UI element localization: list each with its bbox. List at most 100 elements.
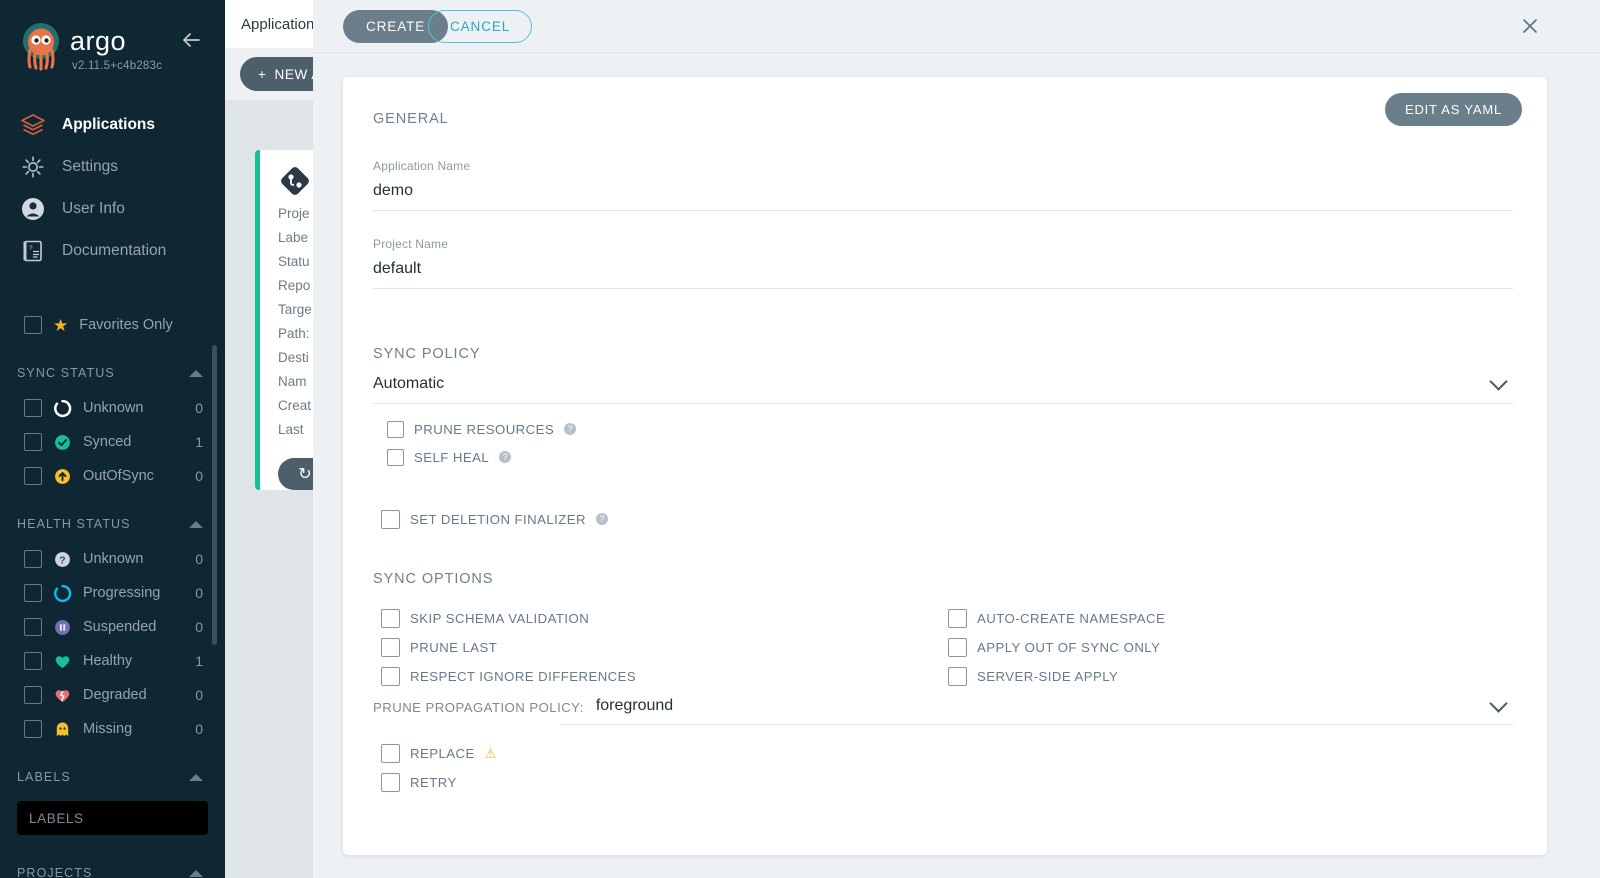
filter-item-missing[interactable]: Missing 0 bbox=[0, 712, 225, 746]
respect-ignore-differences-label: RESPECT IGNORE DIFFERENCES bbox=[410, 669, 637, 684]
favorites-label: Favorites Only bbox=[79, 317, 173, 333]
project-name-field[interactable]: Project Name default bbox=[373, 237, 1513, 289]
chevron-up-icon[interactable] bbox=[189, 773, 203, 781]
skip-schema-validation-checkbox[interactable] bbox=[381, 609, 400, 628]
filter-item-synced[interactable]: Synced 1 bbox=[0, 425, 225, 459]
chevron-down-icon[interactable] bbox=[1489, 694, 1508, 713]
check-circle-icon bbox=[53, 433, 72, 452]
respect-ignore-differences-row[interactable]: RESPECT IGNORE DIFFERENCES bbox=[381, 662, 636, 691]
server-side-apply-row[interactable]: SERVER-SIDE APPLY bbox=[948, 662, 1165, 691]
prune-resources-checkbox[interactable] bbox=[387, 420, 404, 438]
filter-checkbox[interactable] bbox=[24, 720, 42, 738]
filter-item-healthy[interactable]: Healthy 1 bbox=[0, 644, 225, 678]
cancel-button[interactable]: CANCEL bbox=[428, 10, 533, 43]
edit-as-yaml-button[interactable]: EDIT AS YAML bbox=[1384, 93, 1522, 126]
server-side-apply-label: SERVER-SIDE APPLY bbox=[977, 669, 1119, 684]
filter-item-progressing[interactable]: Progressing 0 bbox=[0, 576, 225, 610]
filter-checkbox[interactable] bbox=[24, 652, 42, 670]
heart-icon bbox=[53, 652, 72, 671]
filter-item-degraded[interactable]: Degraded 0 bbox=[0, 678, 225, 712]
filter-item-count: 0 bbox=[195, 400, 203, 416]
sync-policy-select[interactable]: Automatic bbox=[373, 372, 1513, 404]
filter-item-count: 0 bbox=[195, 619, 203, 635]
sidebar-item-applications[interactable]: Applications bbox=[0, 104, 225, 146]
sidebar-item-documentation[interactable]: ? Documentation bbox=[0, 230, 225, 272]
prune-resources-row[interactable]: PRUNE RESOURCES? bbox=[387, 415, 577, 443]
filter-checkbox[interactable] bbox=[24, 399, 42, 417]
sync-options-right-column: AUTO-CREATE NAMESPACE APPLY OUT OF SYNC O… bbox=[948, 604, 1165, 691]
filter-checkbox[interactable] bbox=[24, 584, 42, 602]
filter-checkbox[interactable] bbox=[24, 618, 42, 636]
filter-item-count: 0 bbox=[195, 721, 203, 737]
labels-input[interactable]: LABELS bbox=[17, 801, 208, 835]
set-deletion-finalizer-row[interactable]: SET DELETION FINALIZER ? bbox=[381, 505, 608, 533]
replace-checkbox[interactable] bbox=[381, 744, 400, 763]
retry-label: RETRY bbox=[410, 775, 457, 790]
retry-row[interactable]: RETRY bbox=[381, 768, 496, 797]
server-side-apply-checkbox[interactable] bbox=[948, 667, 967, 686]
skip-schema-validation-row[interactable]: SKIP SCHEMA VALIDATION bbox=[381, 604, 636, 633]
auto-create-namespace-checkbox[interactable] bbox=[948, 609, 967, 628]
set-deletion-finalizer-label: SET DELETION FINALIZER bbox=[410, 511, 586, 527]
sidebar-item-user-info[interactable]: User Info bbox=[0, 188, 225, 230]
replace-row[interactable]: REPLACE ⚠ bbox=[381, 739, 496, 768]
sync-policy-checkbox-group: PRUNE RESOURCES? SELF HEAL? bbox=[387, 415, 577, 471]
filter-checkbox[interactable] bbox=[24, 467, 42, 485]
respect-ignore-differences-checkbox[interactable] bbox=[381, 667, 400, 686]
project-name-input[interactable]: default bbox=[373, 260, 1513, 278]
sync-icon: ↻ bbox=[298, 466, 312, 483]
close-icon[interactable] bbox=[1518, 14, 1542, 38]
chevron-up-icon[interactable] bbox=[189, 869, 203, 877]
sidebar-header: argo v2.11.5+c4b283c bbox=[0, 0, 225, 100]
chevron-down-icon[interactable] bbox=[1489, 372, 1508, 391]
self-heal-checkbox[interactable] bbox=[387, 448, 404, 466]
application-name-field[interactable]: Application Name demo bbox=[373, 159, 1513, 211]
sidebar-scrollbar[interactable] bbox=[212, 345, 217, 645]
favorites-checkbox[interactable] bbox=[24, 316, 42, 334]
prune-last-row[interactable]: PRUNE LAST bbox=[381, 633, 636, 662]
sync-options-section-title: SYNC OPTIONS bbox=[373, 571, 494, 587]
filter-checkbox[interactable] bbox=[24, 433, 42, 451]
sidebar-item-settings[interactable]: Settings bbox=[0, 146, 225, 188]
chevron-up-icon[interactable] bbox=[189, 369, 203, 377]
auto-create-namespace-row[interactable]: AUTO-CREATE NAMESPACE bbox=[948, 604, 1165, 633]
filter-section-header-health-status[interactable]: HEALTH STATUS bbox=[0, 506, 225, 542]
filter-item-label: Progressing bbox=[83, 585, 161, 601]
projects-section-title: PROJECTS bbox=[17, 866, 93, 878]
chevron-up-icon[interactable] bbox=[189, 520, 203, 528]
overlay-divider bbox=[313, 52, 1600, 53]
prune-last-label: PRUNE LAST bbox=[410, 640, 498, 655]
set-deletion-finalizer-checkbox[interactable] bbox=[381, 509, 400, 529]
svg-text:?: ? bbox=[29, 245, 33, 252]
filter-item-count: 0 bbox=[195, 585, 203, 601]
apply-out-of-sync-only-checkbox[interactable] bbox=[948, 638, 967, 657]
prune-last-checkbox[interactable] bbox=[381, 638, 400, 657]
filter-item-label: Unknown bbox=[83, 551, 144, 567]
labels-section-header[interactable]: LABELS bbox=[0, 759, 225, 795]
filter-item-suspended[interactable]: Suspended 0 bbox=[0, 610, 225, 644]
sync-options-left-column: SKIP SCHEMA VALIDATION PRUNE LAST RESPECT … bbox=[381, 604, 636, 691]
layers-icon bbox=[20, 112, 46, 138]
filter-item-unknown[interactable]: ? Unknown 0 bbox=[0, 542, 225, 576]
retry-checkbox[interactable] bbox=[381, 773, 400, 792]
help-icon[interactable]: ? bbox=[499, 451, 512, 463]
collapse-sidebar-icon[interactable] bbox=[179, 28, 203, 52]
help-icon[interactable]: ? bbox=[596, 513, 608, 525]
filter-item-unknown[interactable]: Unknown 0 bbox=[0, 391, 225, 425]
filter-item-label: OutOfSync bbox=[83, 468, 154, 484]
filter-checkbox[interactable] bbox=[24, 686, 42, 704]
sidebar-item-favorites-only[interactable]: ★ Favorites Only bbox=[0, 308, 225, 342]
self-heal-row[interactable]: SELF HEAL? bbox=[387, 443, 576, 471]
prune-propagation-policy-value[interactable]: foreground bbox=[596, 697, 1492, 715]
filter-item-outofsync[interactable]: OutOfSync 0 bbox=[0, 459, 225, 493]
apply-out-of-sync-only-row[interactable]: APPLY OUT OF SYNC ONLY bbox=[948, 633, 1165, 662]
projects-section-header[interactable]: PROJECTS bbox=[0, 855, 225, 878]
prune-propagation-policy-field[interactable]: PRUNE PROPAGATION POLICY: foreground bbox=[373, 694, 1513, 725]
filter-checkbox[interactable] bbox=[24, 550, 42, 568]
filter-section-header-sync-status[interactable]: SYNC STATUS bbox=[0, 355, 225, 391]
help-icon[interactable]: ? bbox=[564, 423, 577, 435]
argo-octopus-logo-icon bbox=[17, 22, 65, 72]
application-name-input[interactable]: demo bbox=[373, 182, 1513, 200]
filter-item-label: Unknown bbox=[83, 400, 144, 416]
circle-notch-icon bbox=[53, 399, 72, 418]
